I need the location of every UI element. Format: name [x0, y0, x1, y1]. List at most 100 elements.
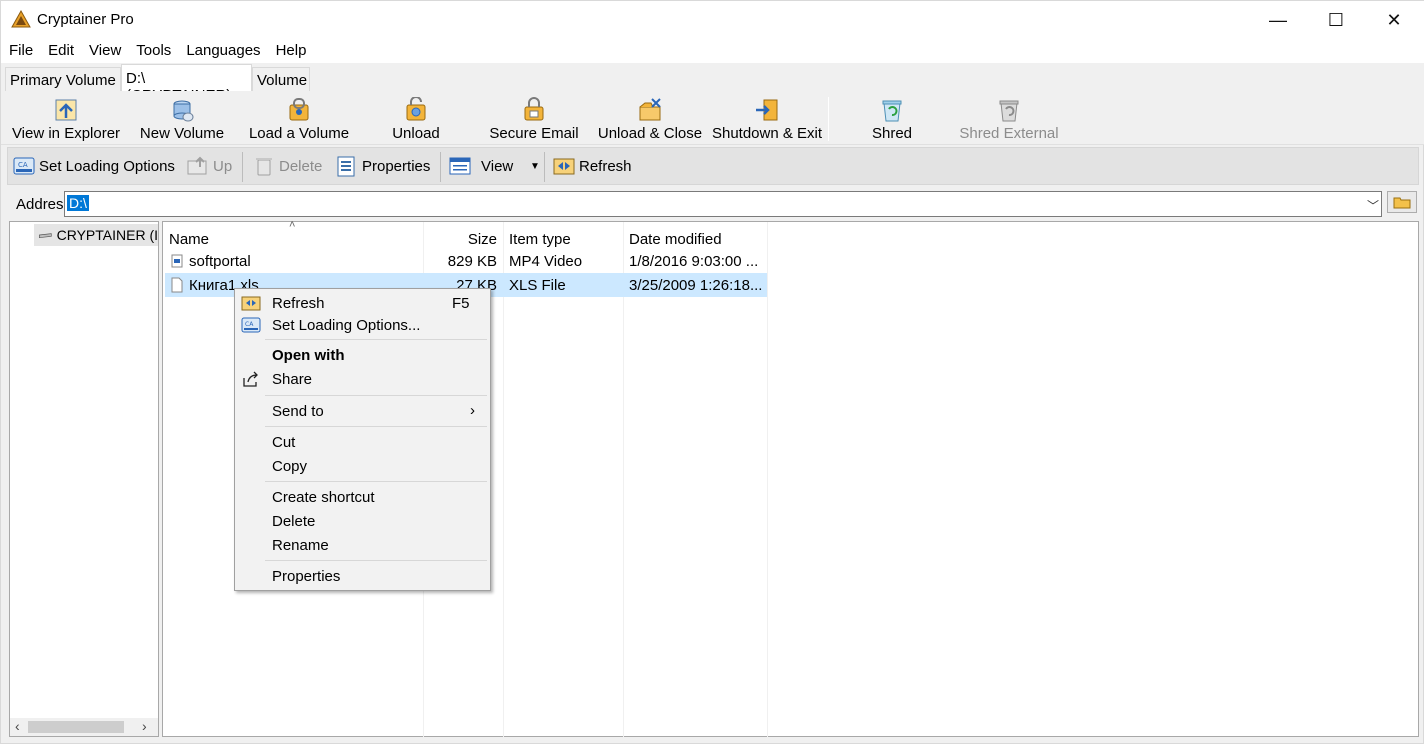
refresh-icon	[241, 296, 261, 311]
svg-text:CA: CA	[245, 321, 254, 328]
properties-button[interactable]: Properties	[335, 153, 430, 179]
load-volume-button[interactable]: Load a Volume	[245, 91, 353, 145]
menu-bar: File Edit View Tools Languages Help	[1, 39, 1424, 63]
context-menu-delete[interactable]: Delete	[235, 510, 490, 532]
address-input[interactable]: D:\ ﹀	[64, 191, 1382, 217]
column-header-name[interactable]: Name	[163, 226, 423, 250]
browse-folder-button[interactable]	[1387, 191, 1417, 213]
menu-separator	[265, 395, 487, 396]
context-menu-refresh[interactable]: Refresh F5	[235, 292, 490, 314]
tab-d-cryptainer[interactable]: D:\ (CRYPTAINER)	[121, 64, 252, 104]
unload-close-button[interactable]: Unload & Close	[595, 91, 705, 145]
load-volume-icon	[289, 98, 309, 121]
tree-horizontal-scrollbar[interactable]: ‹ ›	[10, 718, 158, 736]
file-size: 829 KB	[447, 253, 497, 270]
refresh-button[interactable]: Refresh	[552, 153, 632, 179]
menu-separator	[265, 339, 487, 340]
unload-icon	[406, 97, 426, 121]
app-window: Cryptainer Pro — ☐ ✕ File Edit View Tool…	[0, 0, 1424, 744]
tree-node-cryptainer[interactable]: CRYPTAINER (I	[34, 224, 158, 246]
minimize-button[interactable]: —	[1249, 1, 1307, 39]
video-file-icon	[171, 254, 183, 268]
close-icon: ✕	[1386, 9, 1402, 30]
trash-icon	[256, 158, 272, 176]
file-date: 1/8/2016 9:03:00 ...	[629, 253, 759, 270]
menu-separator	[265, 560, 487, 561]
file-type: MP4 Video	[509, 253, 583, 270]
chevron-right-icon: ›	[470, 402, 475, 419]
tab-primary-volume[interactable]: Primary Volume	[5, 67, 121, 91]
close-button[interactable]: ✕	[1365, 1, 1423, 39]
set-loading-options-button[interactable]: CA Set Loading Options	[12, 153, 175, 179]
view-in-explorer-button[interactable]: View in Explorer	[9, 91, 123, 145]
context-menu-copy[interactable]: Copy	[235, 455, 490, 477]
delete-button[interactable]: Delete	[252, 153, 322, 179]
new-volume-button[interactable]: New Volume	[135, 91, 229, 145]
scrollbar-thumb[interactable]	[28, 721, 124, 733]
column-header-date[interactable]: Date modified	[623, 226, 767, 250]
properties-icon	[337, 156, 355, 177]
secondary-toolbar: CA Set Loading Options Up Delete Propert…	[7, 147, 1419, 185]
menu-help[interactable]: Help	[268, 39, 314, 63]
column-header-type[interactable]: Item type	[503, 226, 623, 250]
context-menu-set-loading-options[interactable]: CA Set Loading Options...	[235, 314, 490, 336]
shutdown-exit-button[interactable]: Shutdown & Exit	[709, 91, 825, 145]
column-divider	[503, 222, 504, 738]
unload-close-icon	[639, 98, 661, 121]
tab-volume[interactable]: Volume	[252, 67, 310, 91]
menu-file[interactable]: File	[1, 39, 40, 63]
shred-icon	[882, 100, 902, 122]
app-logo-icon	[11, 10, 31, 28]
folder-icon	[1393, 197, 1411, 209]
address-label: Addres	[16, 196, 64, 213]
shred-external-button[interactable]: Shred External	[959, 91, 1059, 145]
secure-email-icon	[524, 97, 544, 121]
main-toolbar: View in Explorer New Volume Load a Volum…	[1, 91, 1424, 145]
menu-edit[interactable]: Edit	[40, 39, 81, 63]
view-details-icon	[449, 157, 471, 175]
loading-options-icon: CA	[241, 317, 261, 333]
toolbar-separator	[440, 152, 441, 182]
drive-icon	[38, 233, 52, 239]
view-dropdown-button[interactable]: ▼	[530, 153, 540, 179]
context-menu: Refresh F5 CA Set Loading Options... Ope…	[234, 288, 491, 591]
table-row[interactable]: softportal 829 KB MP4 Video 1/8/2016 9:0…	[165, 249, 767, 273]
folder-up-icon	[187, 156, 207, 175]
context-menu-send-to[interactable]: Send to ›	[235, 400, 490, 422]
title-bar[interactable]: Cryptainer Pro — ☐ ✕	[1, 1, 1424, 39]
unload-button[interactable]: Unload	[387, 91, 445, 145]
loading-options-icon: CA	[13, 157, 35, 175]
menu-tools[interactable]: Tools	[128, 39, 178, 63]
explorer-icon	[55, 99, 77, 121]
volume-tabs: Primary Volume D:\ (CRYPTAINER) Volume	[1, 63, 1424, 104]
context-menu-cut[interactable]: Cut	[235, 431, 490, 453]
column-header-size[interactable]: Size	[423, 226, 503, 250]
chevron-down-icon[interactable]: ﹀	[1367, 197, 1379, 214]
menu-languages[interactable]: Languages	[178, 39, 267, 63]
context-menu-create-shortcut[interactable]: Create shortcut	[235, 486, 490, 508]
column-divider	[767, 222, 768, 738]
minimize-icon: —	[1269, 9, 1287, 30]
menu-view[interactable]: View	[81, 39, 128, 63]
context-menu-properties[interactable]: Properties	[235, 565, 490, 587]
file-type: XLS File	[509, 277, 566, 294]
maximize-button[interactable]: ☐	[1307, 1, 1365, 39]
menu-separator	[265, 481, 487, 482]
chevron-left-icon[interactable]: ‹	[15, 718, 20, 734]
shutdown-exit-icon	[756, 99, 778, 121]
context-menu-share[interactable]: Share	[235, 368, 490, 390]
toolbar-separator	[544, 152, 545, 182]
secure-email-button[interactable]: Secure Email	[487, 91, 581, 145]
up-button[interactable]: Up	[186, 153, 232, 179]
view-button[interactable]: View	[448, 153, 513, 179]
window-title: Cryptainer Pro	[37, 11, 134, 28]
maximize-icon: ☐	[1327, 9, 1345, 30]
context-menu-open-with[interactable]: Open with	[235, 344, 490, 366]
svg-text:CA: CA	[18, 161, 28, 169]
context-menu-rename[interactable]: Rename	[235, 534, 490, 556]
document-file-icon	[171, 277, 183, 293]
toolbar-separator	[828, 97, 829, 141]
shred-button[interactable]: Shred	[863, 91, 921, 145]
address-bar: Addres D:\ ﹀	[7, 187, 1419, 219]
chevron-right-icon[interactable]: ›	[142, 718, 147, 734]
